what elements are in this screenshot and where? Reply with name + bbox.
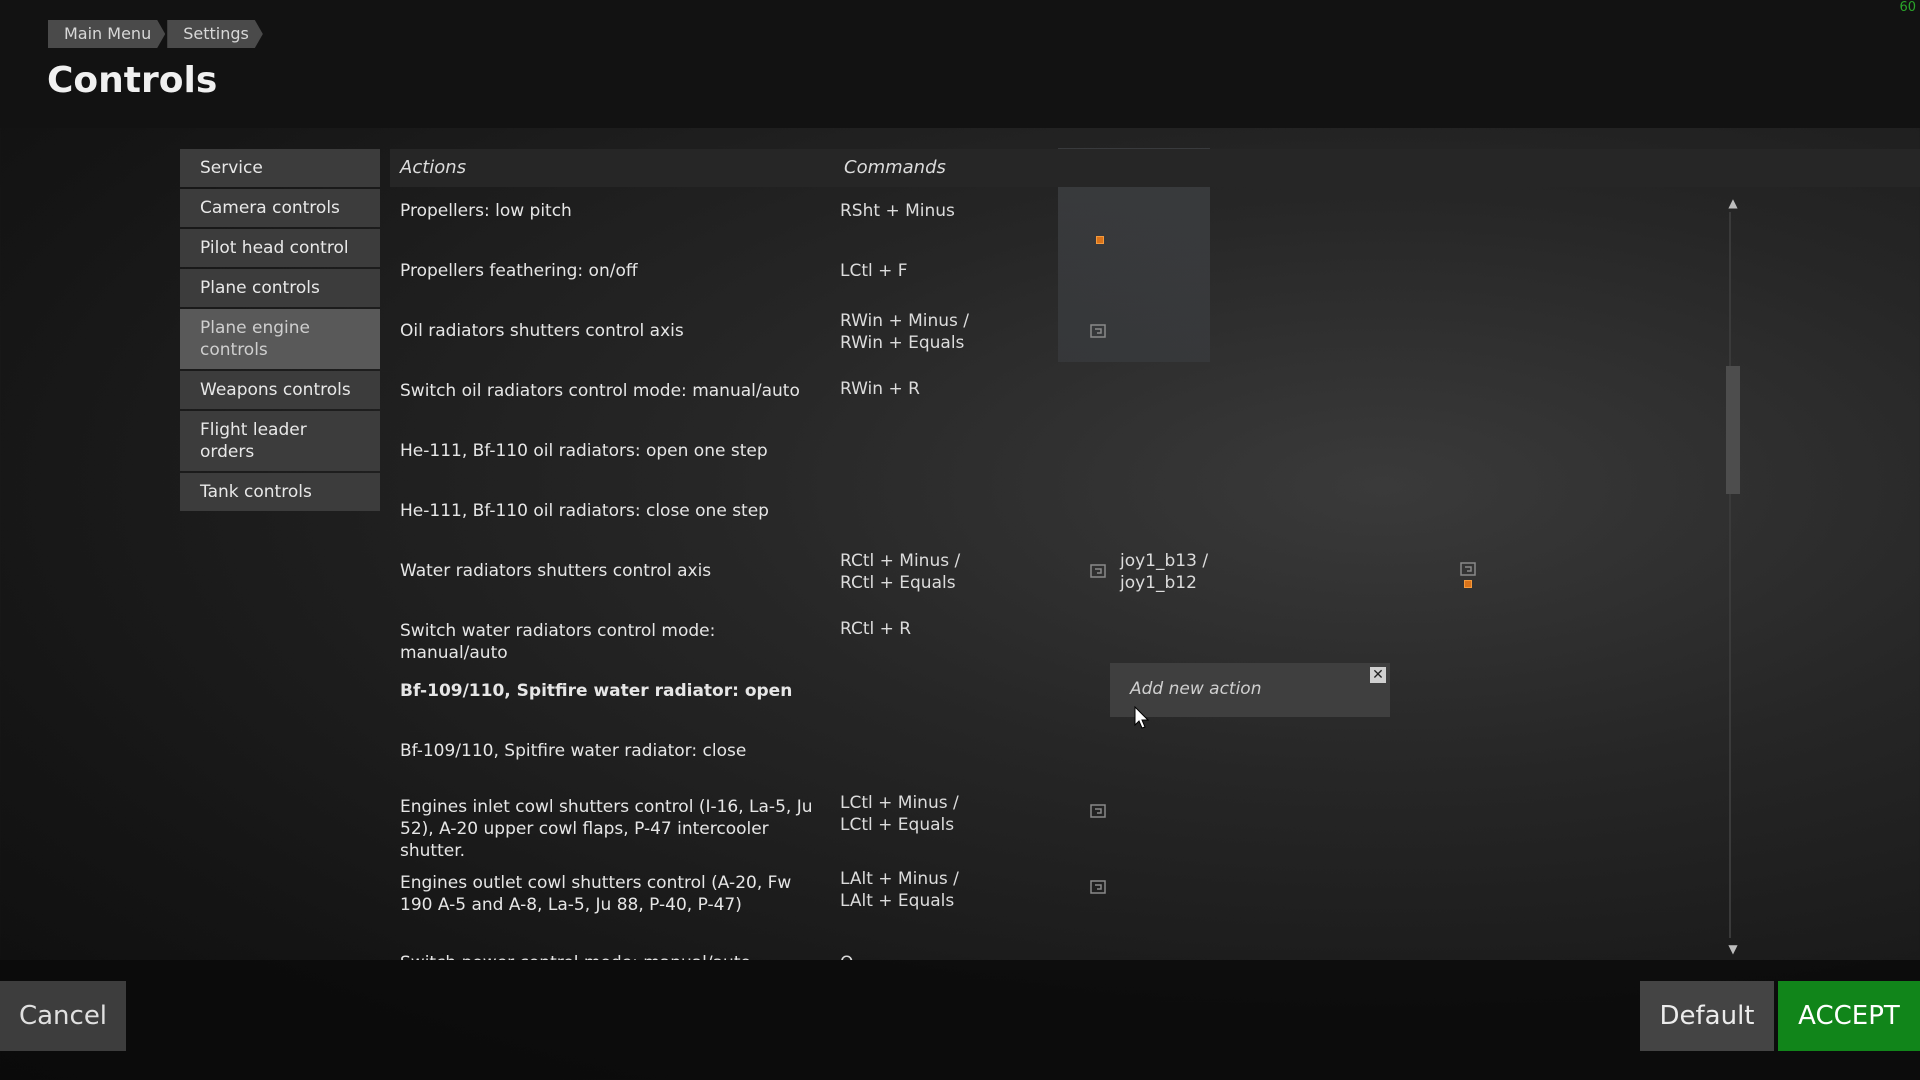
scroll-track[interactable] (1729, 212, 1731, 938)
sidebar-item-pilot-head-control[interactable]: Pilot head control (180, 229, 380, 267)
conflict-warning-icon (1096, 236, 1104, 244)
axis-inverted-icon[interactable] (1090, 564, 1106, 578)
header-band (0, 0, 1920, 128)
command-binding[interactable]: RWin + R (840, 378, 1060, 400)
action-label: Propellers: low pitch (400, 201, 572, 221)
command-binding[interactable]: LCtl + Minus / LCtl + Equals (840, 792, 1060, 836)
breadcrumb: Main Menu Settings (48, 20, 263, 48)
sidebar: Service Camera controls Pilot head contr… (180, 149, 380, 513)
command-binding[interactable]: LCtl + F (840, 260, 1060, 282)
action-label: Switch power control mode: manual/auto (400, 952, 820, 960)
action-label: Water radiators shutters control axis (400, 561, 712, 581)
action-label: Engines outlet cowl shutters control (A-… (400, 873, 792, 915)
add-new-action-popup[interactable]: Add new action ✕ (1110, 663, 1390, 717)
axis-inverted-icon[interactable] (1090, 880, 1106, 894)
breadcrumb-settings[interactable]: Settings (167, 20, 263, 48)
actions-column-header: Actions (390, 149, 840, 187)
scroll-up-icon[interactable]: ▲ (1725, 196, 1741, 210)
bindings-list: Propellers: low pitch RSht + Minus Prope… (390, 190, 1730, 960)
close-icon[interactable]: ✕ (1370, 667, 1386, 683)
action-label: Oil radiators shutters control axis (400, 321, 684, 341)
conflict-warning-icon (1464, 580, 1472, 588)
fps-counter: 60 (1899, 0, 1916, 15)
scroll-down-icon[interactable]: ▼ (1725, 942, 1741, 956)
sidebar-item-tank-controls[interactable]: Tank controls (180, 473, 380, 511)
cancel-button[interactable]: Cancel (0, 981, 126, 1051)
command-binding[interactable]: Q (840, 952, 1060, 960)
command-binding[interactable]: RSht + Minus (840, 200, 1060, 222)
axis-inverted-icon[interactable] (1460, 562, 1476, 576)
sidebar-item-flight-leader-orders[interactable]: Flight leader orders (180, 411, 380, 471)
command-binding[interactable]: LAlt + Minus / LAlt + Equals (840, 868, 1060, 912)
add-new-action-label[interactable]: Add new action (1130, 679, 1261, 699)
action-label: He-111, Bf-110 oil radiators: open one s… (400, 441, 768, 461)
accept-button[interactable]: ACCEPT (1778, 981, 1920, 1051)
sidebar-item-plane-engine-controls[interactable]: Plane engine controls (180, 309, 380, 369)
action-label: Bf-109/110, Spitfire water radiator: ope… (400, 681, 793, 701)
sidebar-item-weapons-controls[interactable]: Weapons controls (180, 371, 380, 409)
axis-inverted-icon[interactable] (1090, 804, 1106, 818)
action-label: Switch oil radiators control mode: manua… (400, 381, 800, 401)
sidebar-item-camera-controls[interactable]: Camera controls (180, 189, 380, 227)
mouse-cursor-icon (1134, 706, 1150, 729)
command-binding[interactable]: RCtl + R (840, 618, 1060, 640)
breadcrumb-main-menu[interactable]: Main Menu (48, 20, 165, 48)
default-button[interactable]: Default (1640, 981, 1774, 1051)
command-binding[interactable]: RCtl + Minus / RCtl + Equals (840, 550, 1060, 594)
page-title: Controls (47, 60, 218, 101)
action-label: Engines inlet cowl shutters control (I-1… (400, 797, 813, 861)
action-label: Switch water radiators control mode: man… (400, 621, 716, 663)
action-label: Bf-109/110, Spitfire water radiator: clo… (400, 741, 747, 761)
list-scrollbar[interactable]: ▲ ▼ (1725, 196, 1741, 956)
action-label: He-111, Bf-110 oil radiators: close one … (400, 501, 769, 521)
footer-band (0, 960, 1920, 1080)
sidebar-item-service[interactable]: Service (180, 149, 380, 187)
command-binding[interactable]: RWin + Minus / RWin + Equals (840, 310, 1060, 354)
scroll-thumb[interactable] (1726, 366, 1740, 494)
secondary-command-binding[interactable]: joy1_b13 / joy1_b12 (1120, 550, 1340, 594)
axis-inverted-icon[interactable] (1090, 324, 1106, 338)
sidebar-item-plane-controls[interactable]: Plane controls (180, 269, 380, 307)
action-label: Propellers feathering: on/off (400, 261, 638, 281)
commands-column-header: Commands (834, 149, 1920, 187)
